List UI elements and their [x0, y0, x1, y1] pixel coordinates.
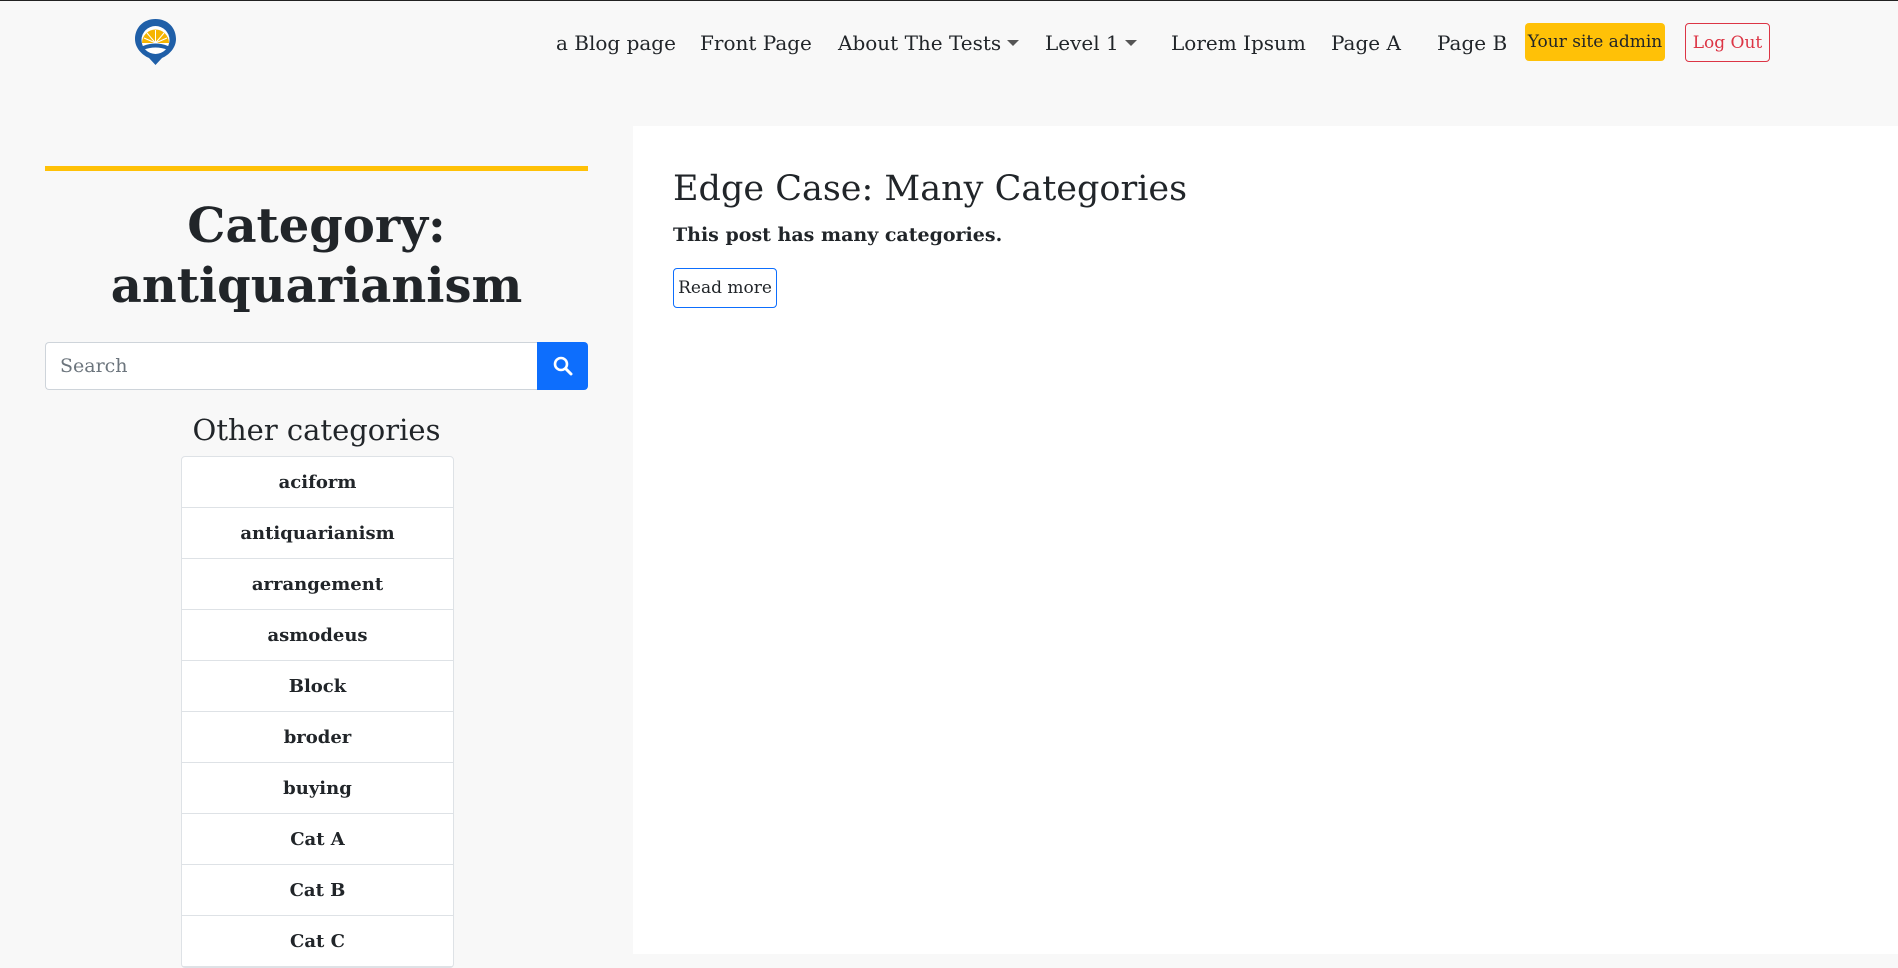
search-form: [45, 342, 588, 390]
category-list: aciform antiquarianism arrangement asmod…: [181, 456, 454, 968]
search-icon: [553, 356, 572, 376]
category-item[interactable]: Cat B: [182, 865, 453, 916]
nav-item-blog-page[interactable]: a Blog page: [556, 29, 676, 57]
site-logo-icon[interactable]: [133, 17, 178, 67]
site-admin-button[interactable]: Your site admin: [1525, 23, 1665, 61]
category-item[interactable]: arrangement: [182, 559, 453, 610]
nav-item-level-1[interactable]: Level 1: [1045, 29, 1137, 57]
sidebar-accent-rule: [45, 166, 588, 171]
post-excerpt: This post has many categories.: [673, 224, 1003, 246]
nav-item-page-b[interactable]: Page B: [1437, 29, 1507, 57]
nav-item-label: a Blog page: [556, 31, 676, 55]
category-item[interactable]: buying: [182, 763, 453, 814]
navbar: a Blog page Front Page About The Tests L…: [0, 1, 1898, 83]
main-content: Edge Case: Many Categories This post has…: [633, 126, 1898, 954]
category-item[interactable]: broder: [182, 712, 453, 763]
category-item[interactable]: Cat A: [182, 814, 453, 865]
nav-item-label: Page B: [1437, 31, 1508, 55]
nav-item-lorem-ipsum[interactable]: Lorem Ipsum: [1171, 29, 1306, 57]
nav-item-front-page[interactable]: Front Page: [700, 29, 812, 57]
other-categories-heading: Other categories: [192, 413, 441, 447]
search-input[interactable]: [45, 342, 537, 390]
page-title-line-1: Category:: [187, 198, 446, 254]
nav-item-label: Front Page: [700, 31, 812, 55]
nav-item-label: Page A: [1331, 31, 1401, 55]
category-item[interactable]: Cat C: [182, 916, 453, 967]
nav-item-label: Lorem Ipsum: [1171, 31, 1306, 55]
category-item[interactable]: Block: [182, 661, 453, 712]
search-button[interactable]: [537, 342, 588, 390]
nav-item-label: Level 1: [1045, 31, 1119, 55]
nav-item-about-the-tests[interactable]: About The Tests: [838, 29, 1020, 57]
nav-item-page-a[interactable]: Page A: [1331, 29, 1401, 57]
post-title[interactable]: Edge Case: Many Categories: [673, 166, 1187, 212]
category-item[interactable]: antiquarianism: [182, 508, 453, 559]
read-more-button[interactable]: Read more: [673, 268, 777, 308]
category-item[interactable]: aciform: [182, 457, 453, 508]
category-item[interactable]: asmodeus: [182, 610, 453, 661]
logout-button[interactable]: Log Out: [1685, 23, 1770, 62]
page-title: Category: antiquarianism: [45, 196, 588, 316]
caret-down-icon: [1124, 39, 1137, 46]
caret-down-icon: [1007, 39, 1020, 46]
nav-item-label: About The Tests: [838, 31, 1002, 55]
page-title-line-2: antiquarianism: [110, 258, 523, 314]
